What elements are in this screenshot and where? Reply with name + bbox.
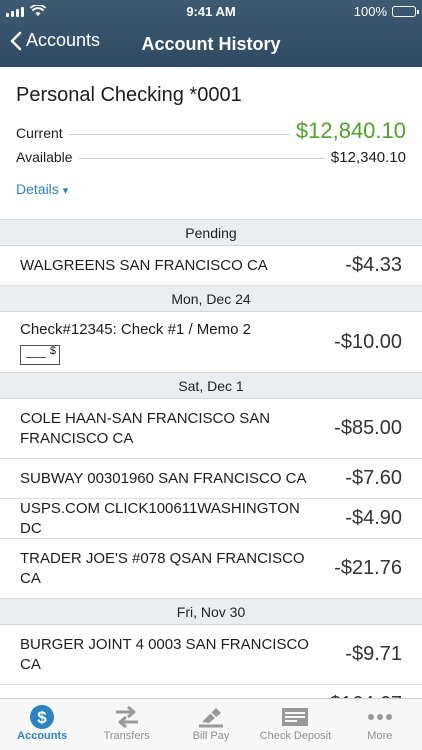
nav-bar: Accounts Account History [0, 26, 422, 62]
details-label: Details [16, 181, 59, 197]
battery-percent: 100% [353, 4, 387, 19]
section-header: Pending [0, 220, 422, 246]
transaction-row[interactable]: COLE HAAN-SAN FRANCISCO SAN FRANCISCO CA… [0, 399, 422, 459]
tab-label: Check Deposit [259, 730, 332, 742]
transaction-info: SUBWAY 00301960 SAN FRANCISCO CA [20, 469, 310, 489]
battery-status: 100% [353, 4, 419, 19]
transaction-amount: -$4.33 [345, 254, 402, 276]
transaction-row[interactable]: COMCAST CALIFORNIA 800--$164.67 [0, 685, 422, 698]
transaction-description: SUBWAY 00301960 SAN FRANCISCO CA [20, 469, 307, 487]
transaction-row[interactable]: WALGREENS SAN FRANCISCO CA -$4.33 [0, 246, 422, 286]
details-toggle[interactable]: Details ▾ [16, 181, 68, 197]
transaction-amount: -$7.60 [345, 467, 402, 489]
tab-label: More [367, 730, 393, 742]
leader-line [78, 158, 325, 159]
transaction-row[interactable]: BURGER JOINT 4 0003 SAN FRANCISCO CA -$9.… [0, 625, 422, 685]
check-image-icon[interactable] [20, 344, 60, 365]
bill-pay-icon [199, 708, 224, 728]
transfer-arrows-icon [115, 706, 138, 728]
transaction-amount: -$21.76 [334, 557, 402, 579]
transaction-list[interactable]: Pending WALGREENS SAN FRANCISCO CA -$4.33 M… [0, 219, 422, 698]
transaction-info: Check#12345: Check #1 / Memo 2 [20, 320, 310, 365]
current-label: Current [16, 125, 63, 141]
section-header: Mon, Dec 24 [0, 286, 422, 312]
tab-label: Transfers [103, 730, 150, 742]
transaction-row[interactable]: TRADER JOE'S #078 QSAN FRANCISCO CA -$21.… [0, 539, 422, 599]
check-deposit-icon [282, 708, 309, 726]
account-summary: Personal Checking *0001 Current $12,840.… [0, 67, 422, 219]
transaction-info: BURGER JOINT 4 0003 SAN FRANCISCO CA [20, 635, 310, 675]
current-balance-row: Current $12,840.10 [16, 118, 406, 144]
battery-icon [392, 6, 419, 17]
tab-label: Accounts [17, 730, 68, 742]
tab-label: Bill Pay [192, 730, 230, 742]
transaction-info: USPS.COM CLICK100611WASHINGTON DC [20, 499, 310, 539]
transaction-description: Check#12345: Check #1 / Memo 2 [20, 320, 251, 338]
account-name: Personal Checking *0001 [16, 84, 242, 106]
tab-more[interactable]: More [338, 699, 422, 750]
tab-check-deposit[interactable]: Check Deposit [253, 699, 337, 750]
tab-transfers[interactable]: Transfers [84, 699, 168, 750]
tab-bar: $ Accounts Transfers Bill Pay Check Depo… [0, 698, 422, 750]
current-balance: $12,840.10 [295, 118, 406, 143]
transaction-description: COLE HAAN-SAN FRANCISCO SAN FRANCISCO CA [20, 409, 271, 447]
transaction-row[interactable]: SUBWAY 00301960 SAN FRANCISCO CA -$7.60 [0, 459, 422, 499]
available-balance-row: Available $12,340.10 [16, 149, 406, 166]
transaction-amount: -$4.90 [345, 507, 402, 529]
transaction-description: TRADER JOE'S #078 QSAN FRANCISCO CA [20, 549, 305, 587]
transaction-amount: -$9.71 [345, 643, 402, 665]
dollar-circle-icon: $ [30, 705, 55, 729]
svg-text:$: $ [37, 708, 47, 727]
transaction-info: COLE HAAN-SAN FRANCISCO SAN FRANCISCO CA [20, 409, 310, 449]
available-balance: $12,340.10 [330, 149, 406, 166]
caret-down-icon: ▾ [62, 185, 69, 197]
transaction-description: WALGREENS SAN FRANCISCO CA [20, 256, 268, 274]
transaction-amount: -$10.00 [334, 330, 402, 353]
more-dots-icon [367, 714, 392, 720]
transaction-row[interactable]: Check#12345: Check #1 / Memo 2 -$10.00 [0, 312, 422, 373]
transaction-amount: -$85.00 [334, 417, 402, 439]
tab-bill-pay[interactable]: Bill Pay [169, 699, 253, 750]
navigation-header: 9:41 AM 100% Accounts Account History [0, 0, 422, 67]
transaction-description: BURGER JOINT 4 0003 SAN FRANCISCO CA [20, 635, 309, 673]
section-header: Fri, Nov 30 [0, 599, 422, 625]
leader-line [68, 134, 290, 135]
tab-accounts[interactable]: $ Accounts [0, 699, 84, 750]
available-label: Available [16, 149, 73, 165]
page-title: Account History [141, 34, 281, 54]
transaction-info: WALGREENS SAN FRANCISCO CA [20, 256, 310, 276]
transaction-row[interactable]: USPS.COM CLICK100611WASHINGTON DC -$4.90 [0, 499, 422, 539]
transaction-description: USPS.COM CLICK100611WASHINGTON DC [20, 499, 300, 537]
section-header: Sat, Dec 1 [0, 373, 422, 399]
transaction-info: TRADER JOE'S #078 QSAN FRANCISCO CA [20, 549, 310, 589]
status-bar: 9:41 AM 100% [0, 0, 422, 22]
